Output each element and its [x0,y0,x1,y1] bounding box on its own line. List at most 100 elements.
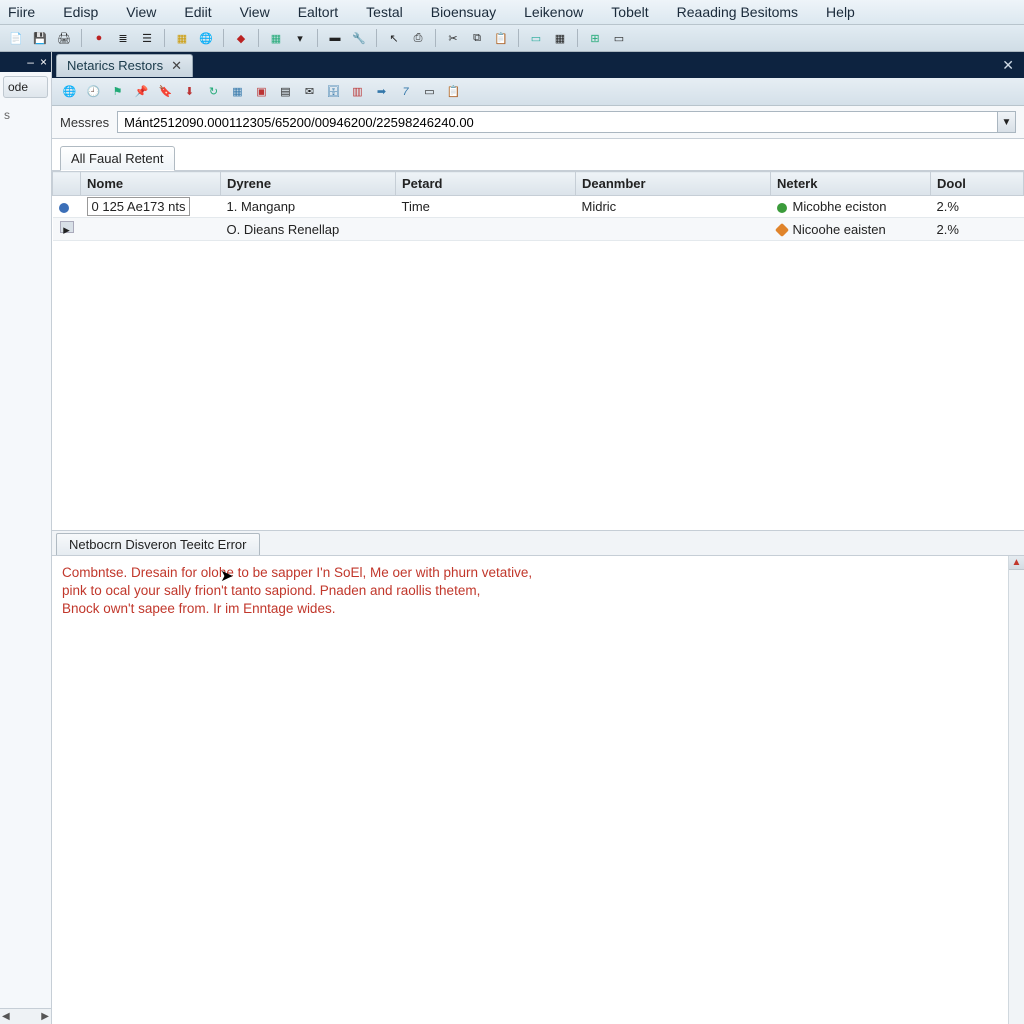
dropdown-icon[interactable]: ▾ [290,28,310,48]
save-icon[interactable]: 💾 [30,28,50,48]
layout-icon[interactable]: ▦ [550,28,570,48]
mail-icon[interactable]: ✉ [300,82,319,101]
cell-dyrene: 1. Manganp [221,196,396,218]
vertical-scrollbar[interactable]: ▲ [1008,556,1024,1024]
scroll-right-icon[interactable]: ▶ [41,1011,49,1022]
table-row[interactable]: 0 125 Ae173 nts 1. Manganp Time Midric M… [53,196,1024,218]
output-tab-error[interactable]: Netbocrn Disveron Teeitc Error [56,533,260,555]
document-tab-title: Netarics Restors [67,58,163,73]
minimize-icon[interactable]: – [27,55,34,69]
print-icon[interactable]: 🖨 [54,28,74,48]
clock-icon[interactable]: 🕘 [84,82,103,101]
menu-item[interactable]: Leikenow [524,4,583,20]
grid-header[interactable]: Neterk [771,172,931,196]
globe-icon[interactable]: 🌐 [196,28,216,48]
dropdown-icon[interactable]: ▼ [997,112,1015,132]
refresh-icon[interactable]: ↻ [204,82,223,101]
close-tab-icon[interactable]: ✕ [171,58,182,74]
menu-item[interactable]: Ealtort [298,4,338,20]
data-grid[interactable]: Nome Dyrene Petard Deanmber Neterk Dool … [52,171,1024,531]
messages-combo[interactable]: ▼ [117,111,1016,133]
filter-tab[interactable]: All Faual Retent [60,146,175,171]
wrench-icon[interactable]: 🔧 [349,28,369,48]
paste-icon[interactable]: 📋 [491,28,511,48]
grid-header[interactable]: Dyrene [221,172,396,196]
messages-label: Messres [60,115,109,130]
pin-icon[interactable]: 📌 [132,82,151,101]
record-icon[interactable]: ● [89,28,109,48]
side-panel-tab[interactable]: ode [3,76,48,98]
output-tabstrip: Netbocrn Disveron Teeitc Error [52,531,1024,556]
grid-header[interactable]: Deanmber [576,172,771,196]
menu-item[interactable]: Tobelt [611,4,648,20]
table-row[interactable]: ▸ O. Dieans Renellap Nicoohe eaisten 2.% [53,218,1024,241]
window-icon[interactable]: ▭ [420,82,439,101]
flag-icon[interactable]: ⚑ [108,82,127,101]
table-icon[interactable]: ▦ [172,28,192,48]
menu-item[interactable]: Ediit [184,4,211,20]
error-line: pink to ocal your sally frion't tanto sa… [62,582,1014,600]
copy-icon[interactable]: ⧉ [467,28,487,48]
cell-neterk: Nicoohe eaisten [771,218,931,241]
cell-deanmber [576,218,771,241]
justify-icon[interactable]: ☰ [137,28,157,48]
grid-header[interactable] [53,172,81,196]
menu-item[interactable]: Fiire [8,4,35,20]
clipboard-icon[interactable]: 📋 [444,82,463,101]
minus-icon[interactable]: ▬ [325,28,345,48]
seven-icon[interactable]: 7 [396,82,415,101]
menu-item[interactable]: View [126,4,156,20]
trim-icon[interactable]: ✂ [443,28,463,48]
pin-icon[interactable]: ◆ [231,28,251,48]
grid-header-row: Nome Dyrene Petard Deanmber Neterk Dool [53,172,1024,196]
screen-icon[interactable]: ▭ [526,28,546,48]
db-icon[interactable]: 🗄 [324,82,343,101]
panel-icon[interactable]: ▭ [609,28,629,48]
grid-header[interactable]: Dool [931,172,1024,196]
error-output-pane[interactable]: Combntse. Dresain for olohe to be sapper… [52,556,1024,1024]
menu-item[interactable]: View [240,4,270,20]
cell-dool: 2.% [931,196,1024,218]
list-icon[interactable]: ≣ [113,28,133,48]
document-toolbar: 🌐 🕘 ⚑ 📌 🔖 ⬇ ↻ ▦ ▣ ▤ ✉ 🗄 ▥ ➡ 7 ▭ 📋 [52,78,1024,106]
menu-item[interactable]: Edisp [63,4,98,20]
error-line: Bnock own't sapee from. Ir im Enntage wi… [62,600,1014,618]
grid-icon[interactable]: ▦ [228,82,247,101]
side-panel-header: – × [0,52,51,72]
menu-item[interactable]: Help [826,4,855,20]
scroll-left-icon[interactable]: ◀ [2,1011,10,1022]
cell-petard [396,218,576,241]
pointer-icon[interactable]: ↖ [384,28,404,48]
row-gutter-icon [53,196,81,218]
filter-tabstrip: All Faual Retent [52,139,1024,171]
forward-icon[interactable]: ➡ [372,82,391,101]
grid-icon[interactable]: ▦ [266,28,286,48]
cell-nome [81,218,221,241]
menu-item[interactable]: Testal [366,4,403,20]
scroll-up-icon[interactable]: ▲ [1009,556,1024,570]
cell-nome[interactable]: 0 125 Ae173 nts [81,196,221,218]
messages-row: Messres ▼ [52,106,1024,139]
grid-header[interactable]: Nome [81,172,221,196]
form-icon[interactable]: ▤ [276,82,295,101]
download-icon[interactable]: ⬇ [180,82,199,101]
grid-header[interactable]: Petard [396,172,576,196]
cell-dool: 2.% [931,218,1024,241]
globe-icon[interactable]: 🌐 [60,82,79,101]
close-icon[interactable]: × [40,55,47,69]
cell-dyrene: O. Dieans Renellap [221,218,396,241]
messages-input[interactable] [118,113,997,132]
app-icon[interactable]: ▣ [252,82,271,101]
menu-item[interactable]: Reaading Besitoms [677,4,798,20]
stamp-icon[interactable]: ⎙ [408,28,428,48]
tree-icon[interactable]: ⊞ [585,28,605,48]
side-panel-scrollbar[interactable]: ◀ ▶ [0,1008,51,1024]
side-panel-body: s [0,102,51,1024]
doc-icon[interactable]: 📄 [6,28,26,48]
document-tab[interactable]: Netarics Restors ✕ [56,54,193,77]
layers-icon[interactable]: ▥ [348,82,367,101]
menu-item[interactable]: Bioensuay [431,4,496,20]
bookmark-icon[interactable]: 🔖 [156,82,175,101]
cell-deanmber: Midric [576,196,771,218]
close-all-icon[interactable]: ✕ [996,57,1020,74]
